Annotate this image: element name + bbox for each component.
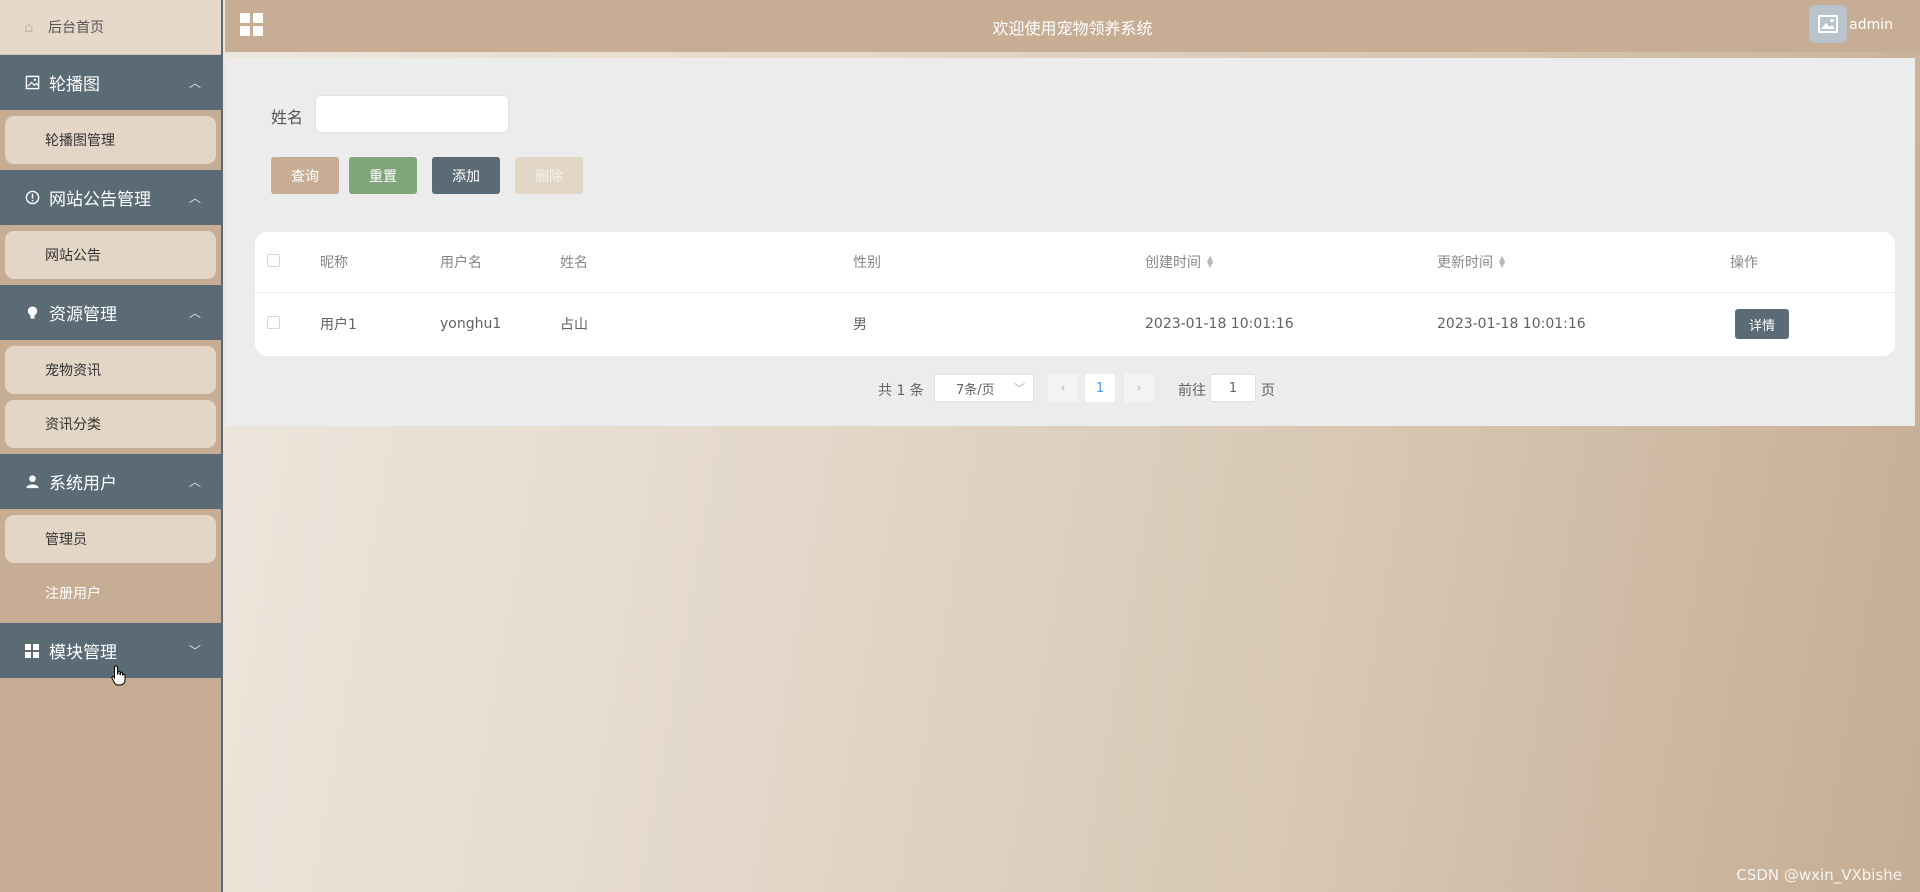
cell-username: yonghu1 xyxy=(440,316,502,332)
chevron-up-icon: ︿ xyxy=(188,76,201,90)
main-panel: 姓名 查询 重置 添加 删除 昵称 用户名 姓名 性别 创建时间 ▲ ▼ 更新时间… xyxy=(225,58,1915,426)
sidebar-item-label: 管理员 xyxy=(45,532,87,548)
avatar[interactable] xyxy=(1809,5,1847,43)
page-size-select[interactable]: 7条/页 ﹀ xyxy=(934,374,1034,402)
sidebar-item-admin[interactable]: 管理员 xyxy=(5,515,216,563)
cell-nickname: 用户1 xyxy=(320,317,357,333)
page-size-value: 7条/页 xyxy=(956,382,995,398)
sidebar-group-label: 系统用户 xyxy=(49,474,117,494)
column-header: 姓名 xyxy=(560,255,588,271)
info-circle-icon xyxy=(24,190,40,206)
sidebar-group-label: 网站公告管理 xyxy=(49,190,151,210)
chevron-up-icon: ︿ xyxy=(188,475,201,489)
image-icon xyxy=(24,75,40,91)
sidebar-home-label: 后台首页 xyxy=(48,20,104,36)
prev-page-button[interactable]: ‹ xyxy=(1048,374,1078,402)
sidebar-item-news-category[interactable]: 资讯分类 xyxy=(5,400,216,448)
column-header: 用户名 xyxy=(440,255,482,271)
sidebar-item-label: 资讯分类 xyxy=(45,417,101,433)
column-header-label: 更新时间 xyxy=(1437,255,1493,271)
chevron-right-icon: › xyxy=(1136,380,1142,396)
row-checkbox[interactable] xyxy=(267,316,280,329)
chevron-left-icon: ‹ xyxy=(1060,380,1066,396)
top-bar: 欢迎使用宠物领养系统 admin xyxy=(225,0,1920,52)
pagination: 共 1 条 7条/页 ﹀ ‹ 1 › 前往 1 页 xyxy=(225,374,1915,404)
chevron-up-icon: ︿ xyxy=(188,191,201,205)
search-name-label: 姓名 xyxy=(271,108,304,127)
page-title: 欢迎使用宠物领养系统 xyxy=(992,19,1153,38)
column-header: 操作 xyxy=(1730,255,1758,271)
column-header-created[interactable]: 创建时间 ▲ ▼ xyxy=(1145,232,1213,292)
image-placeholder-icon xyxy=(1818,15,1838,33)
cell-name: 占山 xyxy=(560,317,588,333)
column-header: 昵称 xyxy=(320,255,348,271)
delete-button[interactable]: 删除 xyxy=(515,157,583,194)
sidebar-home[interactable]: ⌂ 后台首页 xyxy=(0,0,221,55)
page-number-button[interactable]: 1 xyxy=(1085,374,1115,402)
sidebar-item-label: 注册用户 xyxy=(45,586,101,602)
page-suffix: 页 xyxy=(1261,383,1275,399)
reset-button[interactable]: 重置 xyxy=(349,157,417,194)
watermark: CSDN @wxin_VXbishe xyxy=(1736,866,1902,884)
column-header-updated[interactable]: 更新时间 ▲ ▼ xyxy=(1437,232,1505,292)
sidebar-item-pet-news[interactable]: 宠物资讯 xyxy=(5,346,216,394)
column-header: 性别 xyxy=(853,255,881,271)
pagination-total: 共 1 条 xyxy=(878,383,924,399)
goto-page-input[interactable]: 1 xyxy=(1210,374,1256,402)
lightbulb-icon xyxy=(24,305,40,321)
sort-icon[interactable]: ▲ ▼ xyxy=(1207,255,1213,269)
add-button[interactable]: 添加 xyxy=(432,157,500,194)
chevron-down-icon: ﹀ xyxy=(188,644,201,658)
detail-button[interactable]: 详情 xyxy=(1735,309,1789,339)
chevron-down-icon: ﹀ xyxy=(1014,382,1025,395)
search-name-input[interactable] xyxy=(315,95,509,133)
column-header-label: 创建时间 xyxy=(1145,255,1201,271)
sidebar-item-label: 宠物资讯 xyxy=(45,363,101,379)
sidebar-group-resources[interactable]: 资源管理 ︿ xyxy=(0,285,221,340)
sidebar-group-announcement[interactable]: 网站公告管理 ︿ xyxy=(0,170,221,225)
sort-icon[interactable]: ▲ ▼ xyxy=(1499,255,1505,269)
select-all-checkbox[interactable] xyxy=(267,254,280,267)
cell-updated: 2023-01-18 10:01:16 xyxy=(1437,316,1586,332)
sidebar-item-announcement[interactable]: 网站公告 xyxy=(5,231,216,279)
sidebar: ⌂ 后台首页 轮播图 ︿ 轮播图管理 网站公告管理 ︿ 网站公告 资源管理 ︿ … xyxy=(0,0,223,892)
chevron-up-icon: ︿ xyxy=(188,306,201,320)
sidebar-item-registered-users[interactable]: 注册用户 xyxy=(5,569,216,617)
user-icon xyxy=(24,474,40,490)
sidebar-group-system-users[interactable]: 系统用户 ︿ xyxy=(0,454,221,509)
sidebar-group-label: 资源管理 xyxy=(49,305,117,325)
table-header: 昵称 用户名 姓名 性别 创建时间 ▲ ▼ 更新时间 ▲ ▼ 操作 xyxy=(255,232,1895,293)
sidebar-item-carousel-manage[interactable]: 轮播图管理 xyxy=(5,116,216,164)
cell-created: 2023-01-18 10:01:16 xyxy=(1145,316,1294,332)
sidebar-item-label: 轮播图管理 xyxy=(45,133,115,149)
home-icon: ⌂ xyxy=(24,18,34,36)
grid-icon xyxy=(24,643,40,659)
sidebar-item-label: 网站公告 xyxy=(45,248,101,264)
sidebar-group-carousel[interactable]: 轮播图 ︿ xyxy=(0,55,221,110)
username[interactable]: admin xyxy=(1849,17,1893,33)
cell-gender: 男 xyxy=(853,317,867,333)
cell-action: 详情 xyxy=(1735,294,1789,354)
hand-cursor-icon xyxy=(111,665,126,686)
goto-label: 前往 xyxy=(1178,383,1206,399)
sidebar-group-label: 轮播图 xyxy=(49,75,100,95)
query-button[interactable]: 查询 xyxy=(271,157,339,194)
sidebar-group-label: 模块管理 xyxy=(49,643,117,663)
data-table: 昵称 用户名 姓名 性别 创建时间 ▲ ▼ 更新时间 ▲ ▼ 操作 用户1 yong… xyxy=(255,232,1895,356)
table-row: 用户1 yonghu1 占山 男 2023-01-18 10:01:16 202… xyxy=(255,294,1895,354)
next-page-button[interactable]: › xyxy=(1124,374,1154,402)
